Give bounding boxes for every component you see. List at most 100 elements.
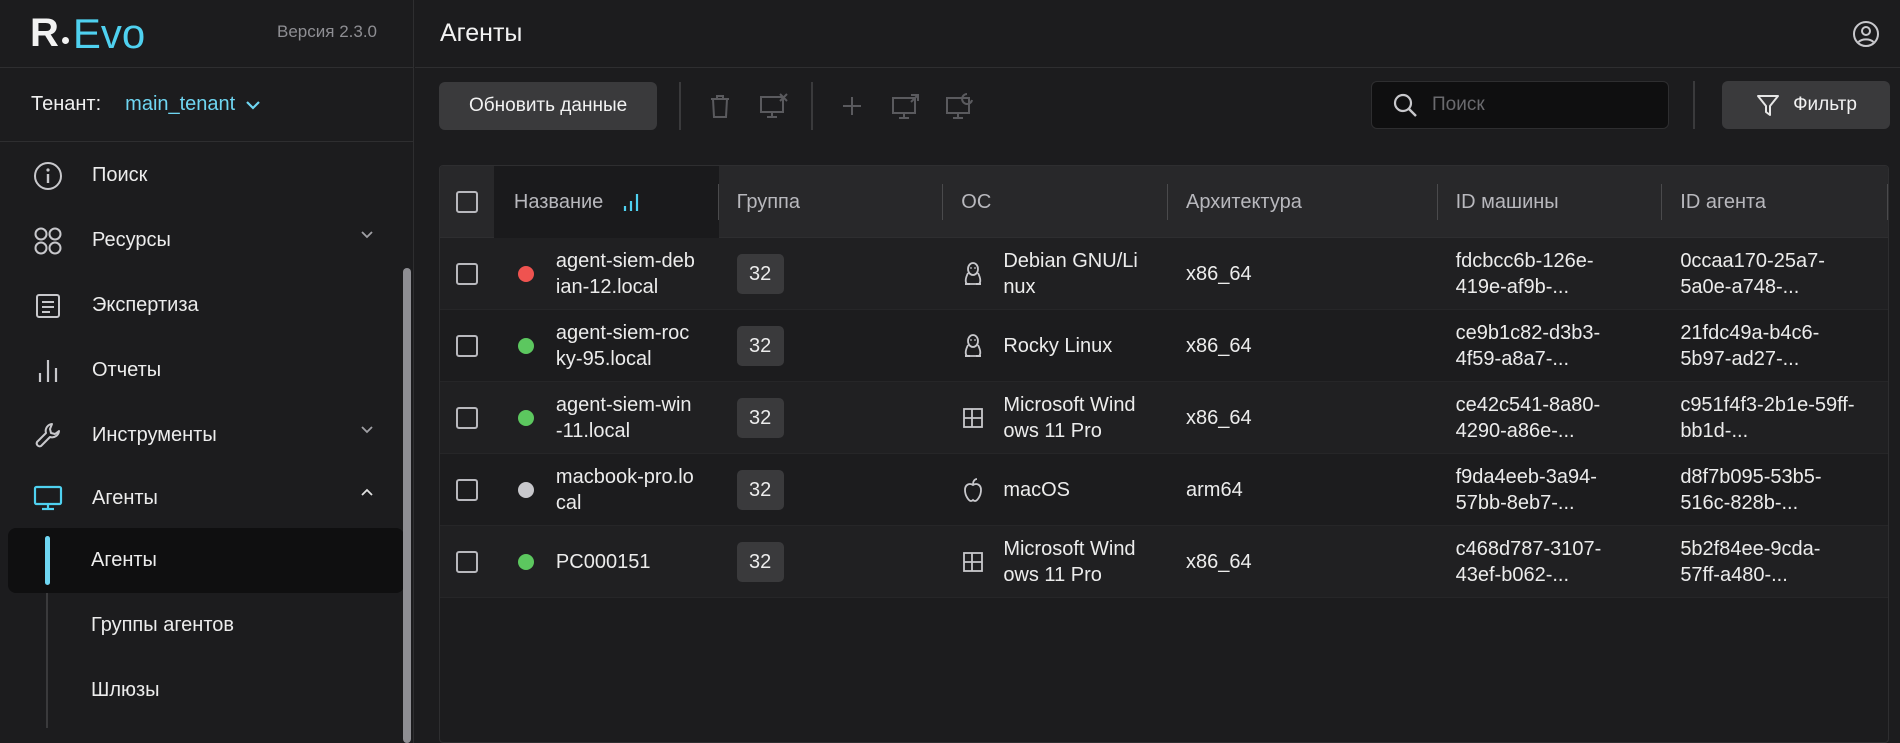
agent-name[interactable]: agent-siem-roc ky-95.local: [556, 320, 689, 372]
column-label: Архитектура: [1185, 190, 1302, 213]
filter-icon: [1757, 95, 1780, 116]
os-cell: Microsoft Wind ows 11 Pro: [943, 382, 1168, 454]
row-checkbox-cell: [440, 310, 494, 382]
plus-icon[interactable]: [835, 89, 869, 123]
filter-button[interactable]: Фильтр: [1722, 81, 1890, 129]
sort-icon: [624, 194, 639, 211]
row-checkbox[interactable]: [455, 550, 478, 573]
column-header-machine-id[interactable]: ID машины: [1438, 166, 1663, 238]
document-icon: [30, 288, 66, 324]
table-row[interactable]: agent-siem-roc ky-95.local 32 Rocky Linux…: [440, 310, 1888, 382]
column-header-os[interactable]: ОС: [943, 166, 1168, 238]
column-header-architecture[interactable]: Архитектура: [1168, 166, 1438, 238]
table-row[interactable]: agent-siem-deb ian-12.local 32 Debian GNU…: [440, 238, 1888, 310]
tenant-selector: Тенант: main_tenant: [0, 68, 413, 142]
sidebar-subitem-gateways[interactable]: Шлюзы: [0, 658, 414, 723]
agent-name[interactable]: PC000151: [556, 549, 651, 575]
agent-name[interactable]: agent-siem-win -11.local: [556, 392, 692, 444]
agent-id: d8f7b095-53b5- 516c-828b-...: [1680, 464, 1821, 516]
group-cell: 32: [719, 382, 944, 454]
sidebar-item-reports[interactable]: Отчеты: [0, 338, 414, 403]
version-label: Версия 2.3.0: [277, 22, 377, 41]
chevron-down-icon: [361, 231, 373, 239]
os-cell: Microsoft Wind ows 11 Pro: [943, 526, 1168, 598]
logo-dot: [61, 37, 69, 44]
agent-id-line: c951f4f3-2b1e-59ff-: [1680, 393, 1855, 416]
table-header: Название Группа ОС Архитектура ID машины…: [440, 166, 1888, 238]
sidebar-item-resources[interactable]: Ресурсы: [0, 208, 414, 273]
agent-id: 21fdc49a-b4c6- 5b97-ad27-...: [1680, 320, 1819, 372]
os-name-line: macOS: [1003, 478, 1070, 501]
machine-id: f9da4eeb-3a94- 57bb-8eb7-...: [1456, 464, 1597, 516]
toolbar-divider: [679, 81, 682, 130]
refresh-button[interactable]: Обновить данные: [439, 81, 658, 130]
linux-icon: [959, 260, 987, 288]
machine-id-line: 419e-af9b-...: [1455, 275, 1570, 298]
row-checkbox[interactable]: [455, 406, 478, 429]
agent-name-line: cal: [555, 491, 582, 514]
agent-name-line: agent-siem-deb: [555, 249, 695, 272]
group-cell: 32: [719, 310, 944, 382]
row-checkbox[interactable]: [455, 262, 478, 285]
sidebar-item-search[interactable]: Поиск: [0, 143, 414, 208]
os-name-line: Microsoft Wind: [1003, 537, 1136, 560]
sidebar-subitem-label: Агенты: [91, 549, 157, 571]
sidebar-subitem-agent-groups[interactable]: Группы агентов: [0, 593, 414, 658]
name-cell: macbook-pro.lo cal: [494, 454, 719, 526]
agents-table: Название Группа ОС Архитектура ID машины…: [439, 165, 1889, 743]
monitor-refresh-icon[interactable]: [943, 89, 977, 123]
machine-id: ce42c541-8a80- 4290-a86e-...: [1456, 392, 1601, 444]
sidebar-subitem-agents[interactable]: Агенты: [8, 528, 404, 593]
logo-r: R: [30, 11, 59, 55]
agent-id-line: 5a0e-a748-...: [1680, 275, 1800, 298]
sidebar-item-label: Инструменты: [92, 424, 217, 446]
agent-id-cell: 5b2f84ee-9cda- 57ff-a480-...: [1662, 526, 1888, 598]
monitor-remove-icon[interactable]: [757, 89, 791, 123]
row-checkbox[interactable]: [455, 478, 478, 501]
machine-id-line: ce42c541-8a80-: [1455, 393, 1601, 416]
column-label: ОС: [961, 190, 992, 213]
tenant-dropdown[interactable]: main_tenant: [125, 93, 261, 116]
column-header-group[interactable]: Группа: [719, 166, 944, 238]
agent-id: c951f4f3-2b1e-59ff-bb1d-...: [1680, 392, 1854, 444]
agent-name[interactable]: macbook-pro.lo cal: [556, 464, 694, 516]
group-badge: 32: [736, 397, 784, 438]
table-row[interactable]: PC000151 32 Microsoft Wind ows 11 Pro x86…: [440, 526, 1888, 598]
chevron-up-icon: [361, 488, 373, 496]
machine-id-line: 4f59-a8a7-...: [1455, 347, 1570, 370]
sidebar-item-expertise[interactable]: Экспертиза: [0, 273, 414, 338]
os-name-line: nux: [1003, 275, 1036, 298]
search-input[interactable]: [1432, 94, 1652, 116]
toolbar-divider: [811, 81, 814, 130]
toolbar-divider: [1693, 81, 1695, 129]
os-name: macOS: [1003, 477, 1070, 503]
row-checkbox[interactable]: [455, 334, 478, 357]
agent-name[interactable]: agent-siem-deb ian-12.local: [556, 248, 695, 300]
row-checkbox-cell: [440, 238, 494, 310]
column-label: ID машины: [1455, 190, 1559, 213]
select-all-checkbox[interactable]: [455, 191, 478, 213]
table-row[interactable]: agent-siem-win -11.local 32 Microsoft Win…: [440, 382, 1888, 454]
machine-id-cell: ce42c541-8a80- 4290-a86e-...: [1438, 382, 1663, 454]
machine-id-line: 4290-a86e-...: [1455, 419, 1575, 442]
monitor-export-icon[interactable]: [889, 89, 923, 123]
agent-id-cell: 0ccaa170-25a7- 5a0e-a748-...: [1662, 238, 1888, 310]
chevron-down-icon: [361, 426, 373, 434]
apple-icon: [959, 476, 987, 504]
column-header-name[interactable]: Название: [493, 166, 719, 238]
table-row[interactable]: macbook-pro.lo cal 32 macOS arm64 f9da4ee…: [440, 454, 1888, 526]
user-icon[interactable]: [1852, 20, 1880, 48]
column-header-agent-id[interactable]: ID агента: [1662, 166, 1888, 238]
status-indicator: [517, 265, 534, 282]
trash-icon[interactable]: [703, 89, 737, 123]
sidebar-item-tools[interactable]: Инструменты: [0, 403, 414, 468]
arch-cell: x86_64: [1168, 382, 1438, 454]
status-indicator: [517, 337, 534, 354]
sidebar-item-agents[interactable]: Агенты: [0, 468, 414, 528]
arch-value: x86_64: [1186, 262, 1252, 285]
agent-name-line: ky-95.local: [555, 347, 652, 370]
os-name-line: Rocky Linux: [1003, 334, 1113, 357]
agent-id-line: bb1d-...: [1680, 419, 1749, 442]
os-name-line: ows 11 Pro: [1003, 419, 1102, 442]
sidebar-scrollbar[interactable]: [403, 268, 411, 743]
